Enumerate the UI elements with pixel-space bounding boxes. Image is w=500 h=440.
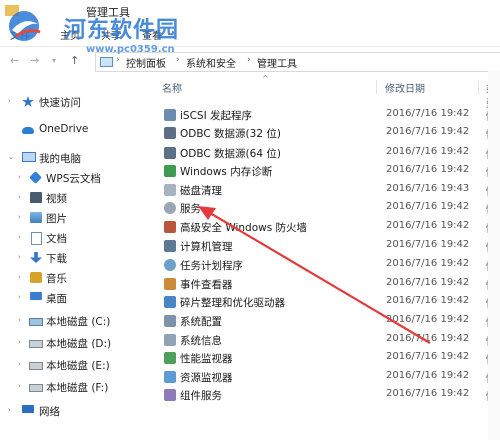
annotation-arrow <box>198 206 431 344</box>
